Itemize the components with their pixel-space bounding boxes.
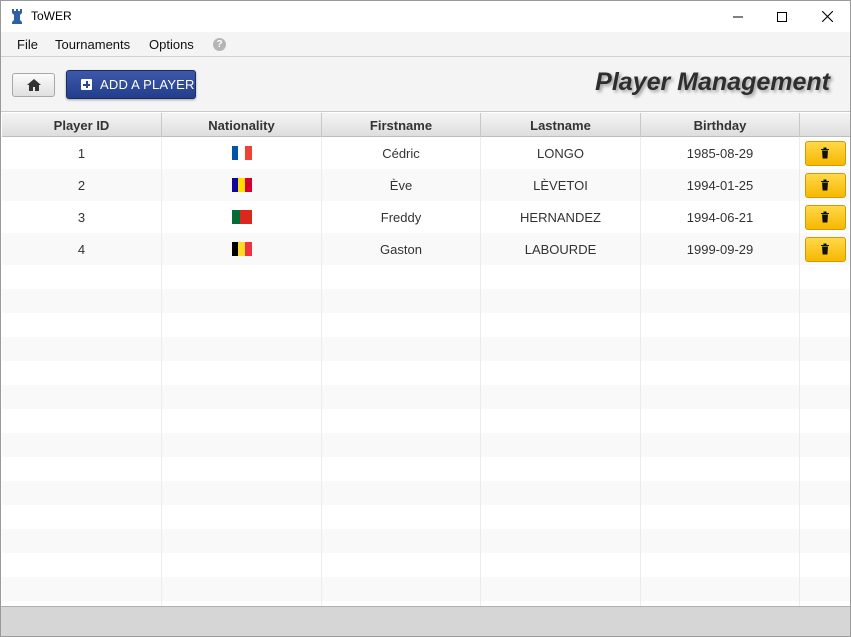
column-header-player-id[interactable]: Player ID	[2, 113, 162, 137]
column-header-birthday[interactable]: Birthday	[641, 113, 800, 137]
toolbar: ADD A PLAYER Player Management	[1, 57, 850, 112]
cell-actions	[800, 233, 850, 265]
cell-actions	[800, 137, 850, 169]
menu-file[interactable]: File	[17, 37, 38, 52]
plus-square-icon	[81, 79, 92, 90]
cell-player-id: 3	[2, 201, 162, 233]
empty-row	[2, 433, 850, 457]
delete-player-button[interactable]	[804, 140, 846, 166]
cell-firstname: Cédric	[322, 137, 481, 169]
table-header: Player ID Nationality Firstname Lastname…	[2, 113, 850, 137]
empty-row	[2, 337, 850, 361]
cell-nationality	[162, 169, 322, 201]
app-window: ToWER File Tournaments Options ? ADD A P…	[0, 0, 851, 637]
table-row[interactable]: 3 Freddy HERNANDEZ 1994-06-21	[2, 201, 850, 233]
table-row[interactable]: 4 Gaston LABOURDE 1999-09-29	[2, 233, 850, 265]
table-row[interactable]: 2 Ève LÈVETOI 1994-01-25	[2, 169, 850, 201]
empty-row	[2, 505, 850, 529]
france-flag-icon	[231, 146, 252, 160]
cell-lastname: LONGO	[481, 137, 641, 169]
cell-player-id: 2	[2, 169, 162, 201]
delete-player-button[interactable]	[804, 236, 846, 262]
help-icon[interactable]: ?	[213, 38, 226, 51]
minimize-icon	[733, 16, 743, 17]
home-button[interactable]	[12, 73, 55, 97]
empty-row	[2, 265, 850, 289]
cell-nationality	[162, 233, 322, 265]
trash-icon	[821, 211, 829, 223]
empty-row	[2, 457, 850, 481]
cell-birthday: 1994-01-25	[641, 169, 800, 201]
delete-player-button[interactable]	[804, 204, 846, 230]
cell-player-id: 1	[2, 137, 162, 169]
andorra-flag-icon	[231, 178, 252, 192]
empty-row	[2, 409, 850, 433]
cell-firstname: Gaston	[322, 233, 481, 265]
cell-actions	[800, 169, 850, 201]
cell-firstname: Ève	[322, 169, 481, 201]
empty-row	[2, 361, 850, 385]
title-bar[interactable]: ToWER	[1, 1, 850, 32]
belgium-flag-icon	[231, 242, 252, 256]
delete-player-button[interactable]	[804, 172, 846, 198]
cell-birthday: 1999-09-29	[641, 233, 800, 265]
menu-options[interactable]: Options	[149, 37, 194, 52]
column-header-lastname[interactable]: Lastname	[481, 113, 641, 137]
cell-birthday: 1994-06-21	[641, 201, 800, 233]
cell-lastname: HERNANDEZ	[481, 201, 641, 233]
status-bar	[1, 606, 850, 636]
cell-nationality	[162, 201, 322, 233]
empty-row	[2, 313, 850, 337]
cell-player-id: 4	[2, 233, 162, 265]
menu-tournaments[interactable]: Tournaments	[55, 37, 130, 52]
window-title: ToWER	[31, 9, 72, 23]
cell-lastname: LABOURDE	[481, 233, 641, 265]
column-header-actions	[800, 113, 850, 137]
empty-row	[2, 529, 850, 553]
trash-icon	[821, 243, 829, 255]
trash-icon	[821, 179, 829, 191]
empty-row	[2, 577, 850, 601]
maximize-button[interactable]	[759, 1, 805, 32]
empty-row	[2, 481, 850, 505]
empty-row	[2, 289, 850, 313]
add-player-label: ADD A PLAYER	[100, 77, 195, 92]
minimize-button[interactable]	[715, 1, 761, 32]
portugal-flag-icon	[231, 210, 252, 224]
column-header-nationality[interactable]: Nationality	[162, 113, 322, 137]
close-icon	[821, 11, 833, 22]
column-header-firstname[interactable]: Firstname	[322, 113, 481, 137]
cell-lastname: LÈVETOI	[481, 169, 641, 201]
page-title: Player Management	[595, 68, 830, 96]
empty-row	[2, 385, 850, 409]
close-button[interactable]	[804, 1, 850, 32]
trash-icon	[821, 147, 829, 159]
cell-firstname: Freddy	[322, 201, 481, 233]
players-table: Player ID Nationality Firstname Lastname…	[2, 113, 850, 606]
home-icon	[26, 79, 41, 91]
add-player-button[interactable]: ADD A PLAYER	[66, 70, 196, 99]
rook-icon	[12, 9, 22, 24]
table-row[interactable]: 1 Cédric LONGO 1985-08-29	[2, 137, 850, 169]
cell-nationality	[162, 137, 322, 169]
table-body: 1 Cédric LONGO 1985-08-29 2 Ève LÈVETOI …	[2, 137, 850, 606]
cell-actions	[800, 201, 850, 233]
cell-birthday: 1985-08-29	[641, 137, 800, 169]
maximize-icon	[777, 11, 787, 22]
empty-row	[2, 553, 850, 577]
menu-bar: File Tournaments Options ?	[1, 32, 850, 57]
